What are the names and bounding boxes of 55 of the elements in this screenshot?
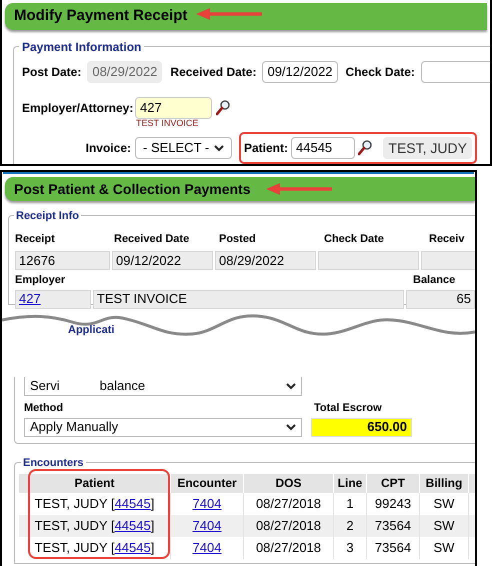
search-icon[interactable] xyxy=(358,140,372,156)
value-cell: TEST INVOICE xyxy=(92,290,404,308)
search-icon[interactable] xyxy=(216,100,230,116)
section-legend: Receipt Info xyxy=(14,208,81,224)
table-cell: TEST, JUDY [44545] xyxy=(19,536,171,558)
received-date-field[interactable]: 09/12/2022 xyxy=(262,61,338,83)
field-label: Post Date: xyxy=(22,64,82,81)
table-cell: SW xyxy=(420,536,469,558)
employer-field[interactable]: 427 xyxy=(135,97,212,119)
patient-link[interactable]: 44545 xyxy=(114,538,151,558)
field-label: Check Date: xyxy=(346,64,415,81)
arrow-drawing xyxy=(266,183,334,195)
value-cell: 08/29/2022 xyxy=(215,251,316,270)
column-label: Receiv xyxy=(429,233,464,245)
column-label: Balance xyxy=(413,273,456,288)
arrow-drawing xyxy=(196,8,264,20)
table-cell: 08/27/2018 xyxy=(244,536,334,558)
column-label: Check Date xyxy=(324,233,384,245)
employer-name: TEST INVOICE xyxy=(136,118,198,128)
patient-name: TEST, JUDY xyxy=(383,137,472,159)
method-select[interactable]: Apply Manually xyxy=(24,418,302,436)
invoice-select[interactable]: - SELECT - xyxy=(135,137,232,159)
column-label: Posted xyxy=(219,233,256,245)
patient-link[interactable]: 44545 xyxy=(114,516,151,536)
encounter-link[interactable]: 7404 xyxy=(192,494,222,514)
chevron-icon xyxy=(286,424,296,430)
field-label: Total Escrow xyxy=(314,401,382,416)
encounter-link[interactable]: 7404 xyxy=(192,538,222,558)
encounter-link[interactable]: 7404 xyxy=(192,516,222,536)
page-title: Modify Payment Receipt xyxy=(14,6,188,26)
patient-link[interactable]: 44545 xyxy=(114,494,151,514)
patient-field[interactable]: 44545 xyxy=(291,137,356,159)
field-label: Method xyxy=(24,401,64,416)
table-cell: 73564 xyxy=(367,536,420,558)
chevron-icon xyxy=(214,144,224,152)
post-date-field: 08/29/2022 xyxy=(87,61,162,83)
table-cell: 3 xyxy=(334,536,367,558)
field-label: Patient: xyxy=(244,140,288,157)
value-cell: 65 xyxy=(406,290,475,308)
service-select[interactable]: Servi balance xyxy=(24,377,302,396)
field-label: Invoice: xyxy=(84,140,131,157)
check-date-field[interactable] xyxy=(420,61,490,83)
total-escrow-field: 650.00 xyxy=(311,418,412,436)
employer-link[interactable]: 427 xyxy=(19,290,41,308)
chevron-icon xyxy=(286,382,296,390)
column-label: Received Date xyxy=(114,233,190,245)
section-legend: Applicati xyxy=(68,325,475,336)
field-label: Received Date: xyxy=(170,64,256,81)
page-title: Post Patient & Collection Payments xyxy=(14,180,250,199)
value-cell: 12676 xyxy=(15,251,110,270)
field-label: Employer/Attorney: xyxy=(22,100,131,117)
column-label: Employer xyxy=(15,273,66,288)
column-label: Receipt xyxy=(15,233,55,245)
empty-cell xyxy=(421,251,475,270)
value-cell: 09/12/2022 xyxy=(112,251,213,270)
